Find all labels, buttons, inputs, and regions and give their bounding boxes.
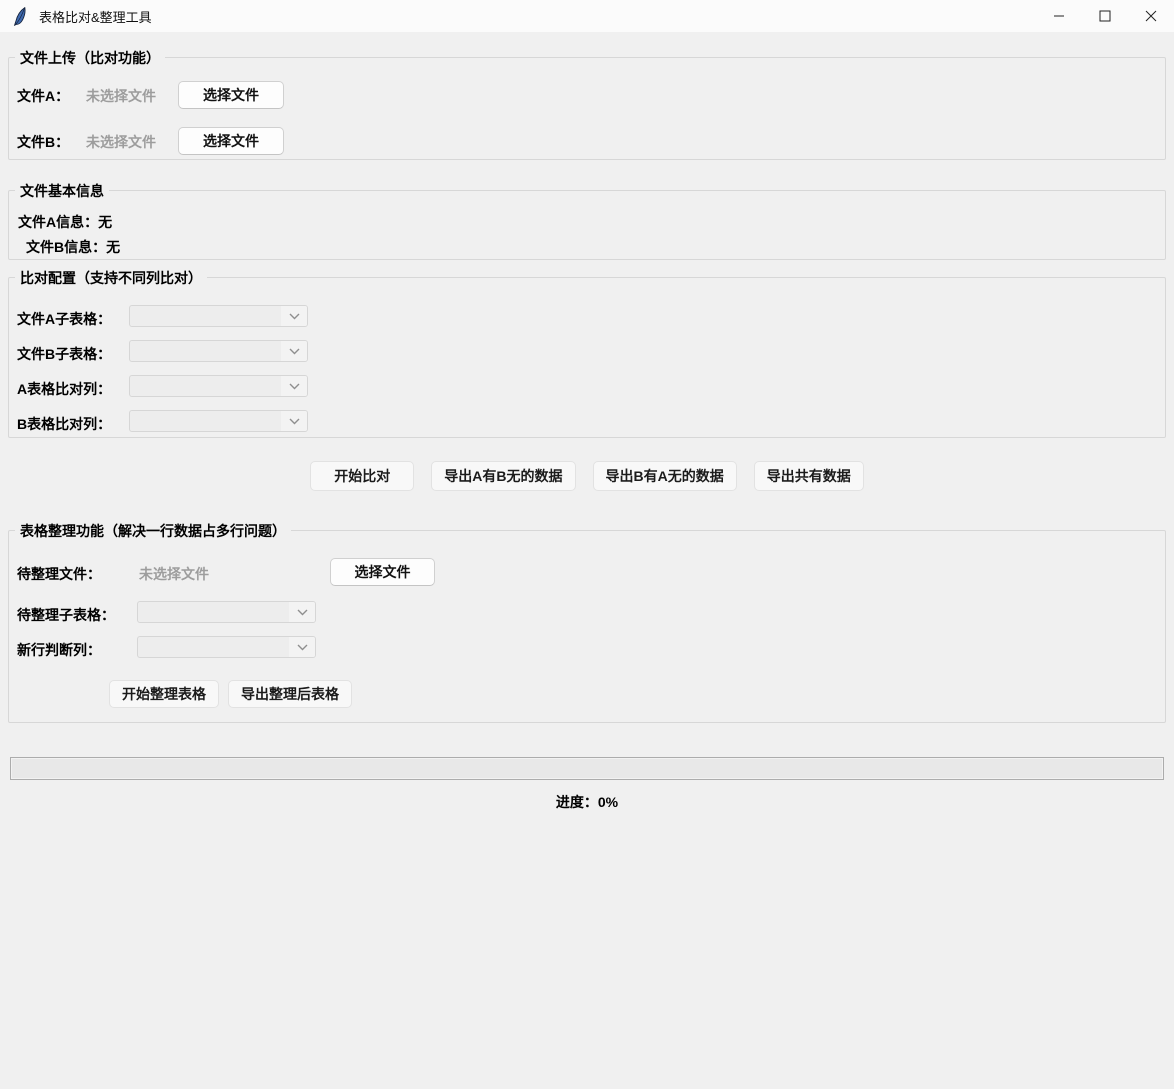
col-b-label: B表格比对列： <box>17 416 112 432</box>
export-b-not-a-button[interactable]: 导出B有A无的数据 <box>592 461 737 491</box>
app-window: 表格比对&整理工具 文件上传（比对功能） 文件A： 未选择文件 选择文件 文件B… <box>0 0 1174 1089</box>
start-organize-button[interactable]: 开始整理表格 <box>109 680 219 708</box>
info-section-title: 文件基本信息 <box>15 181 109 201</box>
export-a-not-b-button[interactable]: 导出A有B无的数据 <box>431 461 576 491</box>
window-title: 表格比对&整理工具 <box>39 9 152 25</box>
sheet-a-combobox-value <box>130 306 281 326</box>
python-feather-icon <box>12 6 29 26</box>
organize-sheet-combobox-value <box>138 602 289 622</box>
newline-col-combobox-value <box>138 637 289 657</box>
file-b-choose-button[interactable]: 选择文件 <box>178 127 284 155</box>
upload-section: 文件上传（比对功能） 文件A： 未选择文件 选择文件 文件B： 未选择文件 选择… <box>8 48 1166 160</box>
maximize-button[interactable] <box>1082 0 1128 32</box>
progress-bar <box>10 757 1164 780</box>
sheet-b-label: 文件B子表格： <box>17 346 112 362</box>
info-section: 文件基本信息 文件A信息：无 文件B信息：无 <box>8 181 1166 260</box>
file-b-info: 文件B信息：无 <box>26 239 121 255</box>
chevron-down-icon <box>289 602 315 622</box>
organize-section: 表格整理功能（解决一行数据占多行问题） 待整理文件： 未选择文件 选择文件 待整… <box>8 521 1166 723</box>
chevron-down-icon <box>289 637 315 657</box>
chevron-down-icon <box>281 341 307 361</box>
titlebar: 表格比对&整理工具 <box>0 0 1174 32</box>
chevron-down-icon <box>281 306 307 326</box>
organize-sheet-combobox[interactable] <box>137 601 316 623</box>
organize-file-value: 未选择文件 <box>139 566 209 582</box>
sheet-a-label: 文件A子表格： <box>17 311 112 327</box>
col-b-combobox[interactable] <box>129 410 308 432</box>
file-a-choose-button[interactable]: 选择文件 <box>178 81 284 109</box>
newline-col-combobox[interactable] <box>137 636 316 658</box>
organize-sheet-label: 待整理子表格： <box>17 607 115 623</box>
chevron-down-icon <box>281 411 307 431</box>
minimize-button[interactable] <box>1036 0 1082 32</box>
file-a-label: 文件A： <box>17 88 70 104</box>
start-compare-button[interactable]: 开始比对 <box>310 461 415 491</box>
file-a-info: 文件A信息：无 <box>18 214 113 230</box>
chevron-down-icon <box>281 376 307 396</box>
organize-file-choose-button[interactable]: 选择文件 <box>330 558 435 586</box>
compare-config-section: 比对配置（支持不同列比对） 文件A子表格： 文件B子表格： A表格比对列： B表… <box>8 268 1166 438</box>
col-a-combobox-value <box>130 376 281 396</box>
file-b-value: 未选择文件 <box>86 134 156 150</box>
compare-config-title: 比对配置（支持不同列比对） <box>15 268 207 288</box>
sheet-b-combobox-value <box>130 341 281 361</box>
organize-section-title: 表格整理功能（解决一行数据占多行问题） <box>15 521 291 541</box>
upload-section-title: 文件上传（比对功能） <box>15 48 165 68</box>
file-a-value: 未选择文件 <box>86 88 156 104</box>
col-b-combobox-value <box>130 411 281 431</box>
export-organized-button[interactable]: 导出整理后表格 <box>228 680 352 708</box>
sheet-b-combobox[interactable] <box>129 340 308 362</box>
col-a-combobox[interactable] <box>129 375 308 397</box>
sheet-a-combobox[interactable] <box>129 305 308 327</box>
organize-file-label: 待整理文件： <box>17 566 101 582</box>
newline-col-label: 新行判断列： <box>17 642 101 658</box>
compare-actions-row: 开始比对 导出A有B无的数据 导出B有A无的数据 导出共有数据 <box>0 461 1174 491</box>
progress-label: 进度：0% <box>555 794 619 810</box>
col-a-label: A表格比对列： <box>17 381 112 397</box>
close-button[interactable] <box>1128 0 1174 32</box>
export-common-button[interactable]: 导出共有数据 <box>753 461 864 491</box>
file-b-label: 文件B： <box>17 134 70 150</box>
